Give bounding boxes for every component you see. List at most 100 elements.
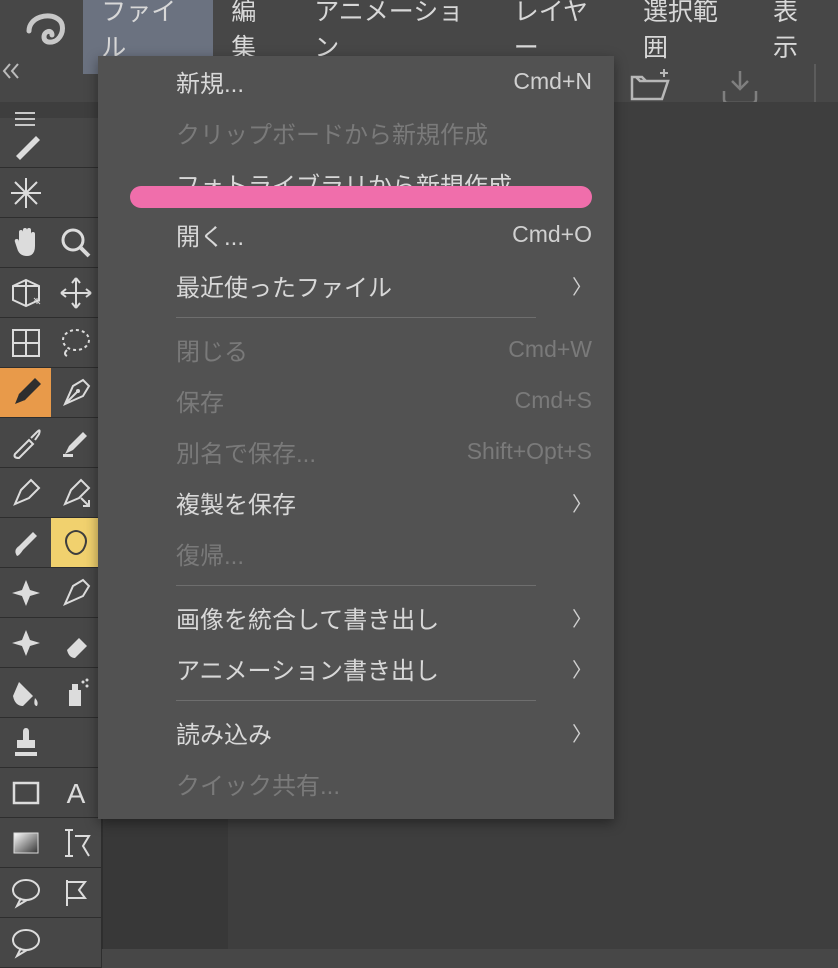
tool-blur2[interactable] [0,618,51,668]
menu-revert-label: 復帰... [176,536,244,571]
eraser-icon [59,626,93,660]
tool-speech[interactable] [0,868,51,918]
move-icon [59,276,93,310]
highlight-annotation [130,186,592,208]
tool-spray[interactable] [51,668,102,718]
magnifier-icon [59,226,93,260]
menu-export-anim[interactable]: アニメーション書き出し 〉 [98,643,614,694]
menubar: ファイル 編集 アニメーション レイヤー 選択範囲 表示 [0,0,838,56]
menu-close-shortcut: Cmd+W [508,336,592,363]
menu-new[interactable]: 新規... Cmd+N [98,56,614,107]
chevron-right-icon: 〉 [572,271,592,300]
cube-icon [9,276,43,310]
spray-icon [59,676,93,710]
csp-logo-icon [24,9,68,47]
menu-save: 保存 Cmd+S [98,375,614,426]
sparkle-cross2-icon [9,626,43,660]
sparkle-icon [9,176,43,210]
tool-brush2[interactable] [0,518,51,568]
menu-revert: 復帰... [98,528,614,579]
panel-menu-icon[interactable] [10,100,40,138]
tool-highlighter[interactable] [51,418,102,468]
chevron-right-icon: 〉 [572,718,592,747]
menu-recent-label: 最近使ったファイル [176,268,392,303]
grid-icon [9,326,43,360]
menu-save-dup[interactable]: 複製を保存 〉 [98,477,614,528]
menu-open[interactable]: 開く... Cmd+O [98,209,614,260]
tool-empty-1 [51,168,102,218]
nib-icon [59,576,93,610]
tool-gradient[interactable] [0,818,51,868]
speech-bubble2-icon [9,926,43,960]
menu-quick-share-label: クイック共有... [176,766,340,801]
menu-import[interactable]: 読み込み 〉 [98,707,614,758]
pen-nib-icon [59,376,93,410]
menu-new-shortcut: Cmd+N [513,68,592,95]
tool-hand[interactable] [0,218,51,268]
tool-rect[interactable] [0,768,51,818]
gradient-icon [9,826,43,860]
speech-bubble-icon [9,876,43,910]
tool-pen[interactable] [51,368,102,418]
menu-close-label: 閉じる [176,332,248,367]
menu-quick-share: クイック共有... [98,758,614,809]
rect-icon [9,776,43,810]
menu-selection[interactable]: 選択範囲 [625,0,755,74]
hand-icon [9,226,43,260]
menu-recent[interactable]: 最近使ったファイル 〉 [98,260,614,311]
toolbox: A [0,118,103,949]
chevron-right-icon: 〉 [572,488,592,517]
tool-text[interactable]: A [51,768,102,818]
menu-open-shortcut: Cmd+O [512,221,592,248]
menu-close: 閉じる Cmd+W [98,324,614,375]
menu-save-shortcut: Cmd+S [515,387,592,414]
download-icon[interactable] [720,67,760,107]
menu-export-merged[interactable]: 画像を統合して書き出し 〉 [98,592,614,643]
tool-marker[interactable] [0,368,51,418]
lasso-icon [59,326,93,360]
tool-flag[interactable] [51,868,102,918]
tool-pen2[interactable] [0,468,51,518]
menu-clipboard-new: クリップボードから新規作成 [98,107,614,158]
menu-export-merged-label: 画像を統合して書き出し [176,600,439,635]
tool-move[interactable] [51,268,102,318]
blob-icon [59,526,93,560]
separator [176,585,536,586]
fountain-pen-icon [9,476,43,510]
tool-blur[interactable] [0,568,51,618]
pen-arrow-icon [59,476,93,510]
menu-open-label: 開く... [176,217,244,252]
chevron-left-icon[interactable] [2,62,24,86]
tool-penarrow[interactable] [51,468,102,518]
menu-export-anim-label: アニメーション書き出し [176,651,439,686]
menu-save-as-shortcut: Shift+Opt+S [467,438,592,465]
tool-zoom[interactable] [51,218,102,268]
folder-open-icon[interactable] [630,67,670,107]
menu-new-label: 新規... [176,64,244,99]
cursor-text-icon [59,826,93,860]
tool-select-rect[interactable] [0,318,51,368]
menu-save-label: 保存 [176,383,224,418]
tool-fill[interactable] [0,668,51,718]
tool-stamp[interactable] [0,718,51,768]
menu-clipboard-new-label: クリップボードから新規作成 [176,115,488,150]
menu-view[interactable]: 表示 [755,0,838,74]
separator [176,700,536,701]
text-icon: A [59,776,93,810]
highlighter-icon [59,426,93,460]
tool-cursor[interactable] [51,818,102,868]
menu-save-as-label: 別名で保存... [176,434,316,469]
tool-sparkle[interactable] [0,168,51,218]
tool-eyedropper[interactable] [0,418,51,468]
tool-empty-3 [51,918,102,968]
app-logo[interactable] [8,0,83,56]
tool-speech2[interactable] [0,918,51,968]
tool-pattern[interactable] [51,518,102,568]
tool-pen3[interactable] [51,568,102,618]
tool-lasso[interactable] [51,318,102,368]
menu-save-dup-label: 複製を保存 [176,485,296,520]
tool-3d[interactable] [0,268,51,318]
chevron-right-icon: 〉 [572,654,592,683]
flag-icon [59,876,93,910]
tool-eraser[interactable] [51,618,102,668]
